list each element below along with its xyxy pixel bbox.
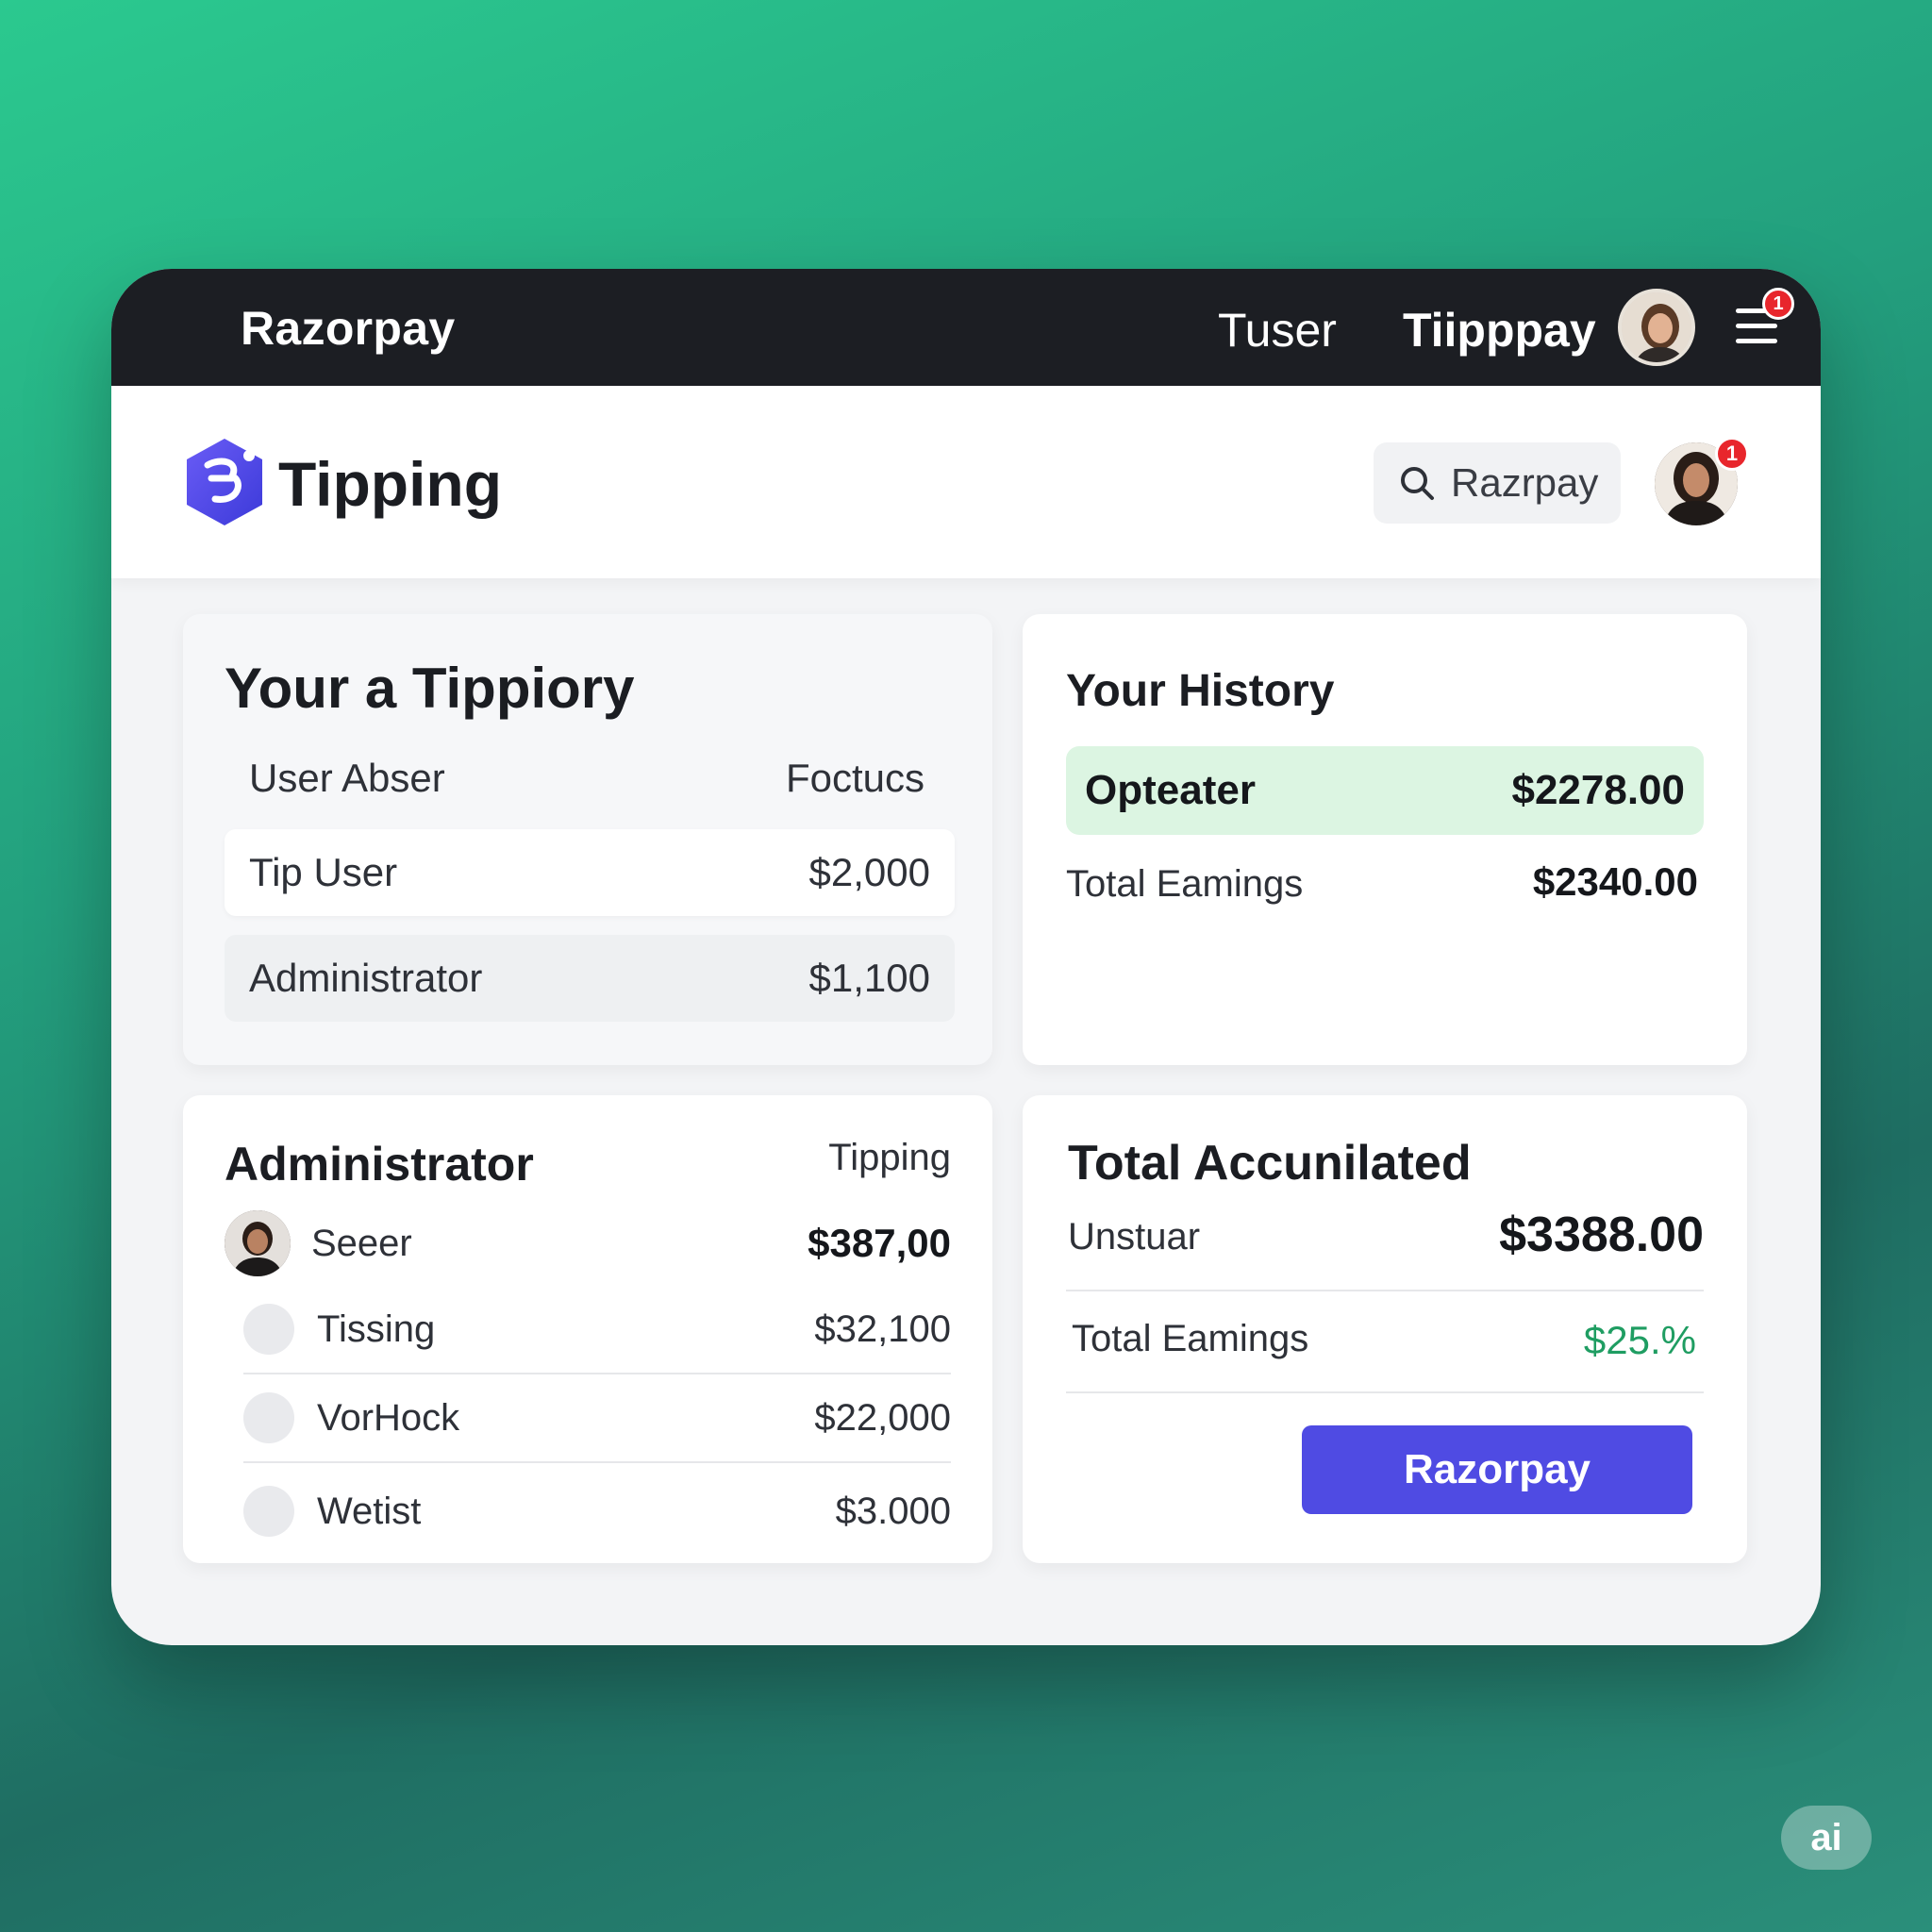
page-header: Tipping Razrpay 1 <box>111 386 1821 578</box>
history-card: Your History Opteater $2278.00 Total Eam… <box>1023 614 1747 1065</box>
page-title: Tipping <box>278 449 503 519</box>
search-icon <box>1401 467 1434 500</box>
list-item-amount: $22,000 <box>814 1396 951 1439</box>
list-item[interactable]: Seeer $387,00 <box>225 1199 951 1288</box>
history-highlight-value: $2278.00 <box>1511 767 1685 813</box>
accumulated-row2-label: Total Eamings <box>1072 1318 1309 1359</box>
razorpay-button[interactable]: Razorpay <box>1302 1425 1692 1514</box>
divider <box>1066 1391 1704 1393</box>
accumulated-row1-value: $3388.00 <box>1499 1208 1704 1262</box>
administrator-title: Administrator <box>225 1138 534 1191</box>
placeholder-avatar-icon <box>243 1486 294 1537</box>
list-item-amount: $32,100 <box>814 1307 951 1350</box>
tippiory-col-left: User Abser <box>249 756 445 800</box>
accumulated-title: Total Accunilated <box>1068 1136 1472 1191</box>
tippiory-row-label: Administrator <box>249 956 483 1000</box>
app-logo-icon <box>183 437 266 527</box>
administrator-col-head: Tipping <box>828 1137 951 1178</box>
brand-name[interactable]: Razorpay <box>241 301 455 356</box>
list-item-name: Wetist <box>317 1490 422 1532</box>
list-item[interactable]: VorHock $22,000 <box>243 1374 951 1463</box>
tippiory-card: Your a Tippiory User Abser Foctucs Tip U… <box>183 614 992 1065</box>
avatar-woman-image <box>1622 292 1691 362</box>
tippiory-title: Your a Tippiory <box>225 657 635 720</box>
list-item-name: Seeer <box>311 1222 412 1264</box>
accumulated-row2-value: $25.% <box>1583 1318 1696 1362</box>
placeholder-avatar-icon <box>243 1304 294 1355</box>
history-highlight-label: Opteater <box>1085 767 1256 813</box>
seeer-avatar <box>225 1210 291 1276</box>
list-item[interactable]: Wetist $3.000 <box>243 1467 951 1556</box>
accumulated-card: Total Accunilated Unstuar $3388.00 Total… <box>1023 1095 1747 1563</box>
tippiory-row-value: $2,000 <box>808 850 930 894</box>
tippiory-row-label: Tip User <box>249 850 398 894</box>
list-item-amount: $3.000 <box>835 1490 951 1532</box>
menu-notification-badge: 1 <box>1762 288 1794 320</box>
list-item-amount: $387,00 <box>808 1221 951 1265</box>
list-item[interactable]: Tissing $32,100 <box>243 1286 951 1374</box>
administrator-card: Administrator Tipping Seeer $387,00 Tiss… <box>183 1095 992 1563</box>
top-navbar: Razorpay Tuser Tiipppay 1 <box>111 269 1821 386</box>
history-highlight-row[interactable]: Opteater $2278.00 <box>1066 746 1704 835</box>
user-avatar[interactable] <box>1618 289 1695 366</box>
profile-notification-badge: 1 <box>1715 437 1749 471</box>
ai-watermark-badge: ai <box>1781 1806 1872 1870</box>
list-item-name: Tissing <box>317 1307 436 1350</box>
tippiory-row[interactable]: Tip User $2,000 <box>225 829 955 916</box>
history-total-label: Total Eamings <box>1066 863 1304 905</box>
tippiory-row[interactable]: Administrator $1,100 <box>225 935 955 1022</box>
list-item-name: VorHock <box>317 1396 460 1439</box>
search-box[interactable]: Razrpay <box>1374 442 1621 524</box>
accumulated-row1-label: Unstuar <box>1068 1216 1201 1257</box>
history-total-value: $2340.00 <box>1532 859 1698 904</box>
placeholder-avatar-icon <box>243 1392 294 1443</box>
divider <box>1066 1290 1704 1291</box>
nav-link-tiipppay[interactable]: Tiipppay <box>1403 303 1596 358</box>
tippiory-row-value: $1,100 <box>808 956 930 1000</box>
tippiory-col-right: Foctucs <box>785 756 924 800</box>
app-window: Razorpay Tuser Tiipppay 1 Tipping Razrpa… <box>111 269 1821 1645</box>
history-title: Your History <box>1066 666 1335 716</box>
search-input[interactable]: Razrpay <box>1451 460 1598 506</box>
nav-link-tuser[interactable]: Tuser <box>1218 303 1337 358</box>
